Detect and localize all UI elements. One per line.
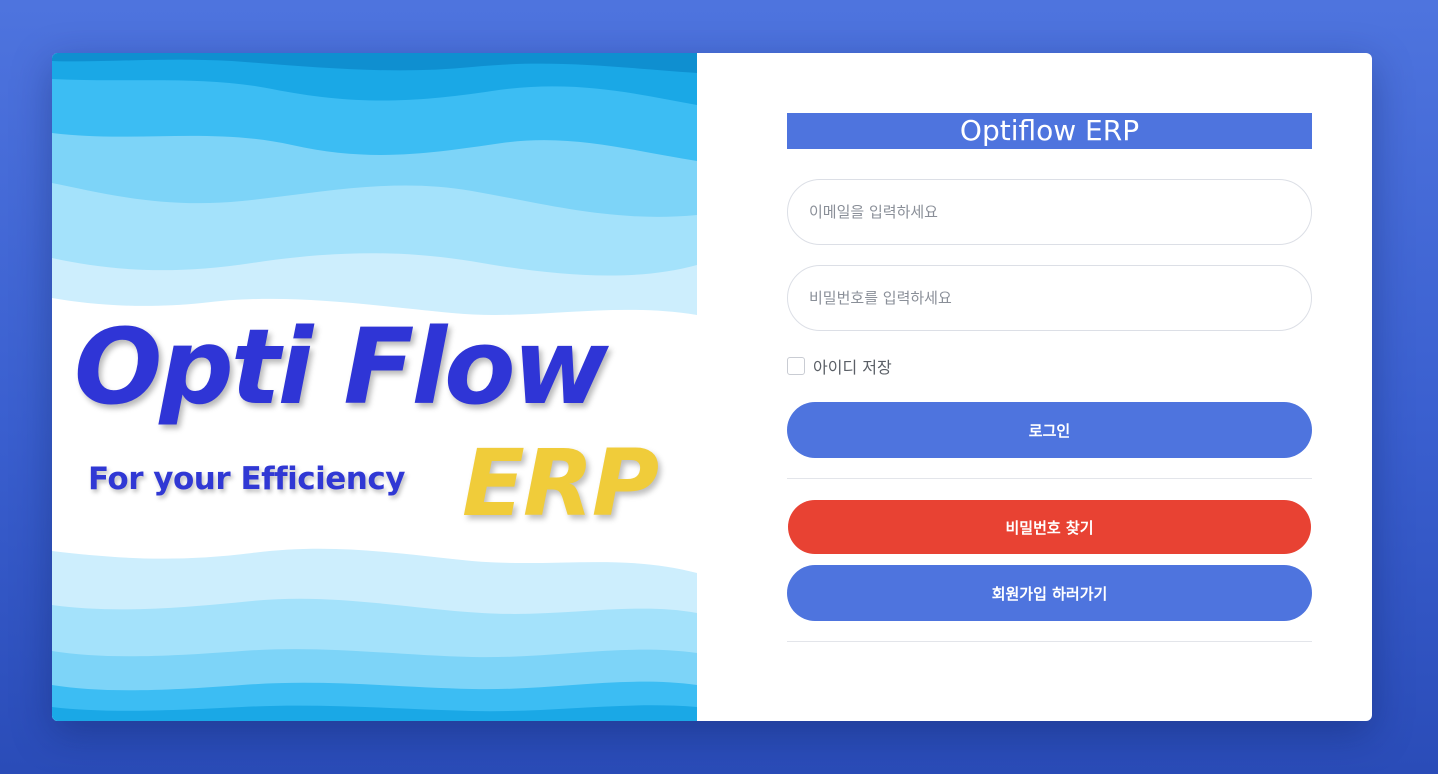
- email-input[interactable]: [787, 179, 1312, 245]
- page-title: Optiflow ERP: [787, 113, 1312, 149]
- login-form: Optiflow ERP 아이디 저장 로그인 비밀번호 찾기 회원가입 하러가…: [787, 113, 1312, 642]
- logo-erp-text: ERP: [462, 430, 659, 537]
- password-input[interactable]: [787, 265, 1312, 331]
- logo-tagline: For your Efficiency: [88, 461, 405, 497]
- brand-hero-image: Opti Flow For your Efficiency ERP: [52, 53, 697, 721]
- login-button[interactable]: 로그인: [787, 402, 1312, 458]
- remember-id-row[interactable]: 아이디 저장: [787, 355, 1312, 377]
- logo-wordmark: Opti Flow: [74, 306, 609, 428]
- signup-button[interactable]: 회원가입 하러가기: [787, 565, 1312, 621]
- divider: [787, 478, 1312, 479]
- remember-id-label[interactable]: 아이디 저장: [813, 354, 892, 378]
- remember-id-checkbox[interactable]: [787, 357, 805, 375]
- login-panel: Optiflow ERP 아이디 저장 로그인 비밀번호 찾기 회원가입 하러가…: [697, 53, 1372, 721]
- forgot-password-button[interactable]: 비밀번호 찾기: [788, 500, 1311, 554]
- login-card: Opti Flow For your Efficiency ERP Optifl…: [52, 53, 1372, 721]
- divider: [787, 641, 1312, 642]
